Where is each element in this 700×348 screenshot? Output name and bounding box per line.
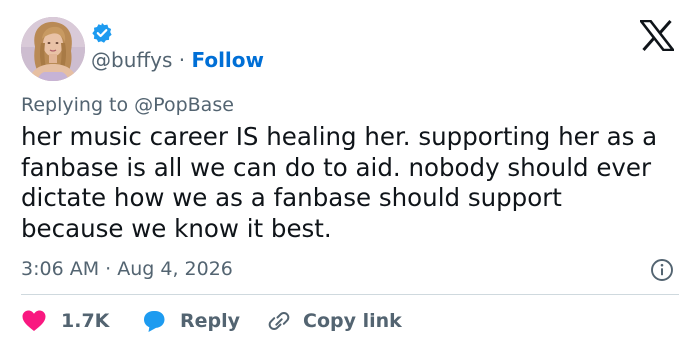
user-handle-line: @buffys · Follow [91,47,264,73]
reply-button[interactable]: Reply [141,307,240,335]
heart-icon [22,310,46,331]
reply-context-prefix: Replying to [21,94,129,116]
handle-separator: · [178,48,186,72]
divider [21,294,679,295]
verified-badge-icon [91,22,113,44]
avatar-image [21,17,85,81]
link-icon [268,311,290,331]
x-logo-icon[interactable] [638,19,676,52]
like-button[interactable]: 1.7K [21,307,109,335]
avatar[interactable] [21,17,85,81]
copy-link-button[interactable]: Copy link [266,307,402,335]
reply-label: Reply [180,310,241,332]
info-icon[interactable] [650,258,674,282]
tweet-text: her music career IS healing her. support… [21,122,658,243]
tweet-timestamp[interactable]: 3:06 AM · Aug 4, 2026 [21,257,233,281]
reply-context-mention[interactable]: @PopBase [134,94,234,116]
reply-bubble-icon [144,311,165,332]
user-handle[interactable]: @buffys [91,48,172,72]
copy-link-label: Copy link [303,310,402,332]
like-count: 1.7K [61,310,110,332]
reply-context: Replying to @PopBase [21,93,234,117]
follow-button[interactable]: Follow [191,48,264,72]
